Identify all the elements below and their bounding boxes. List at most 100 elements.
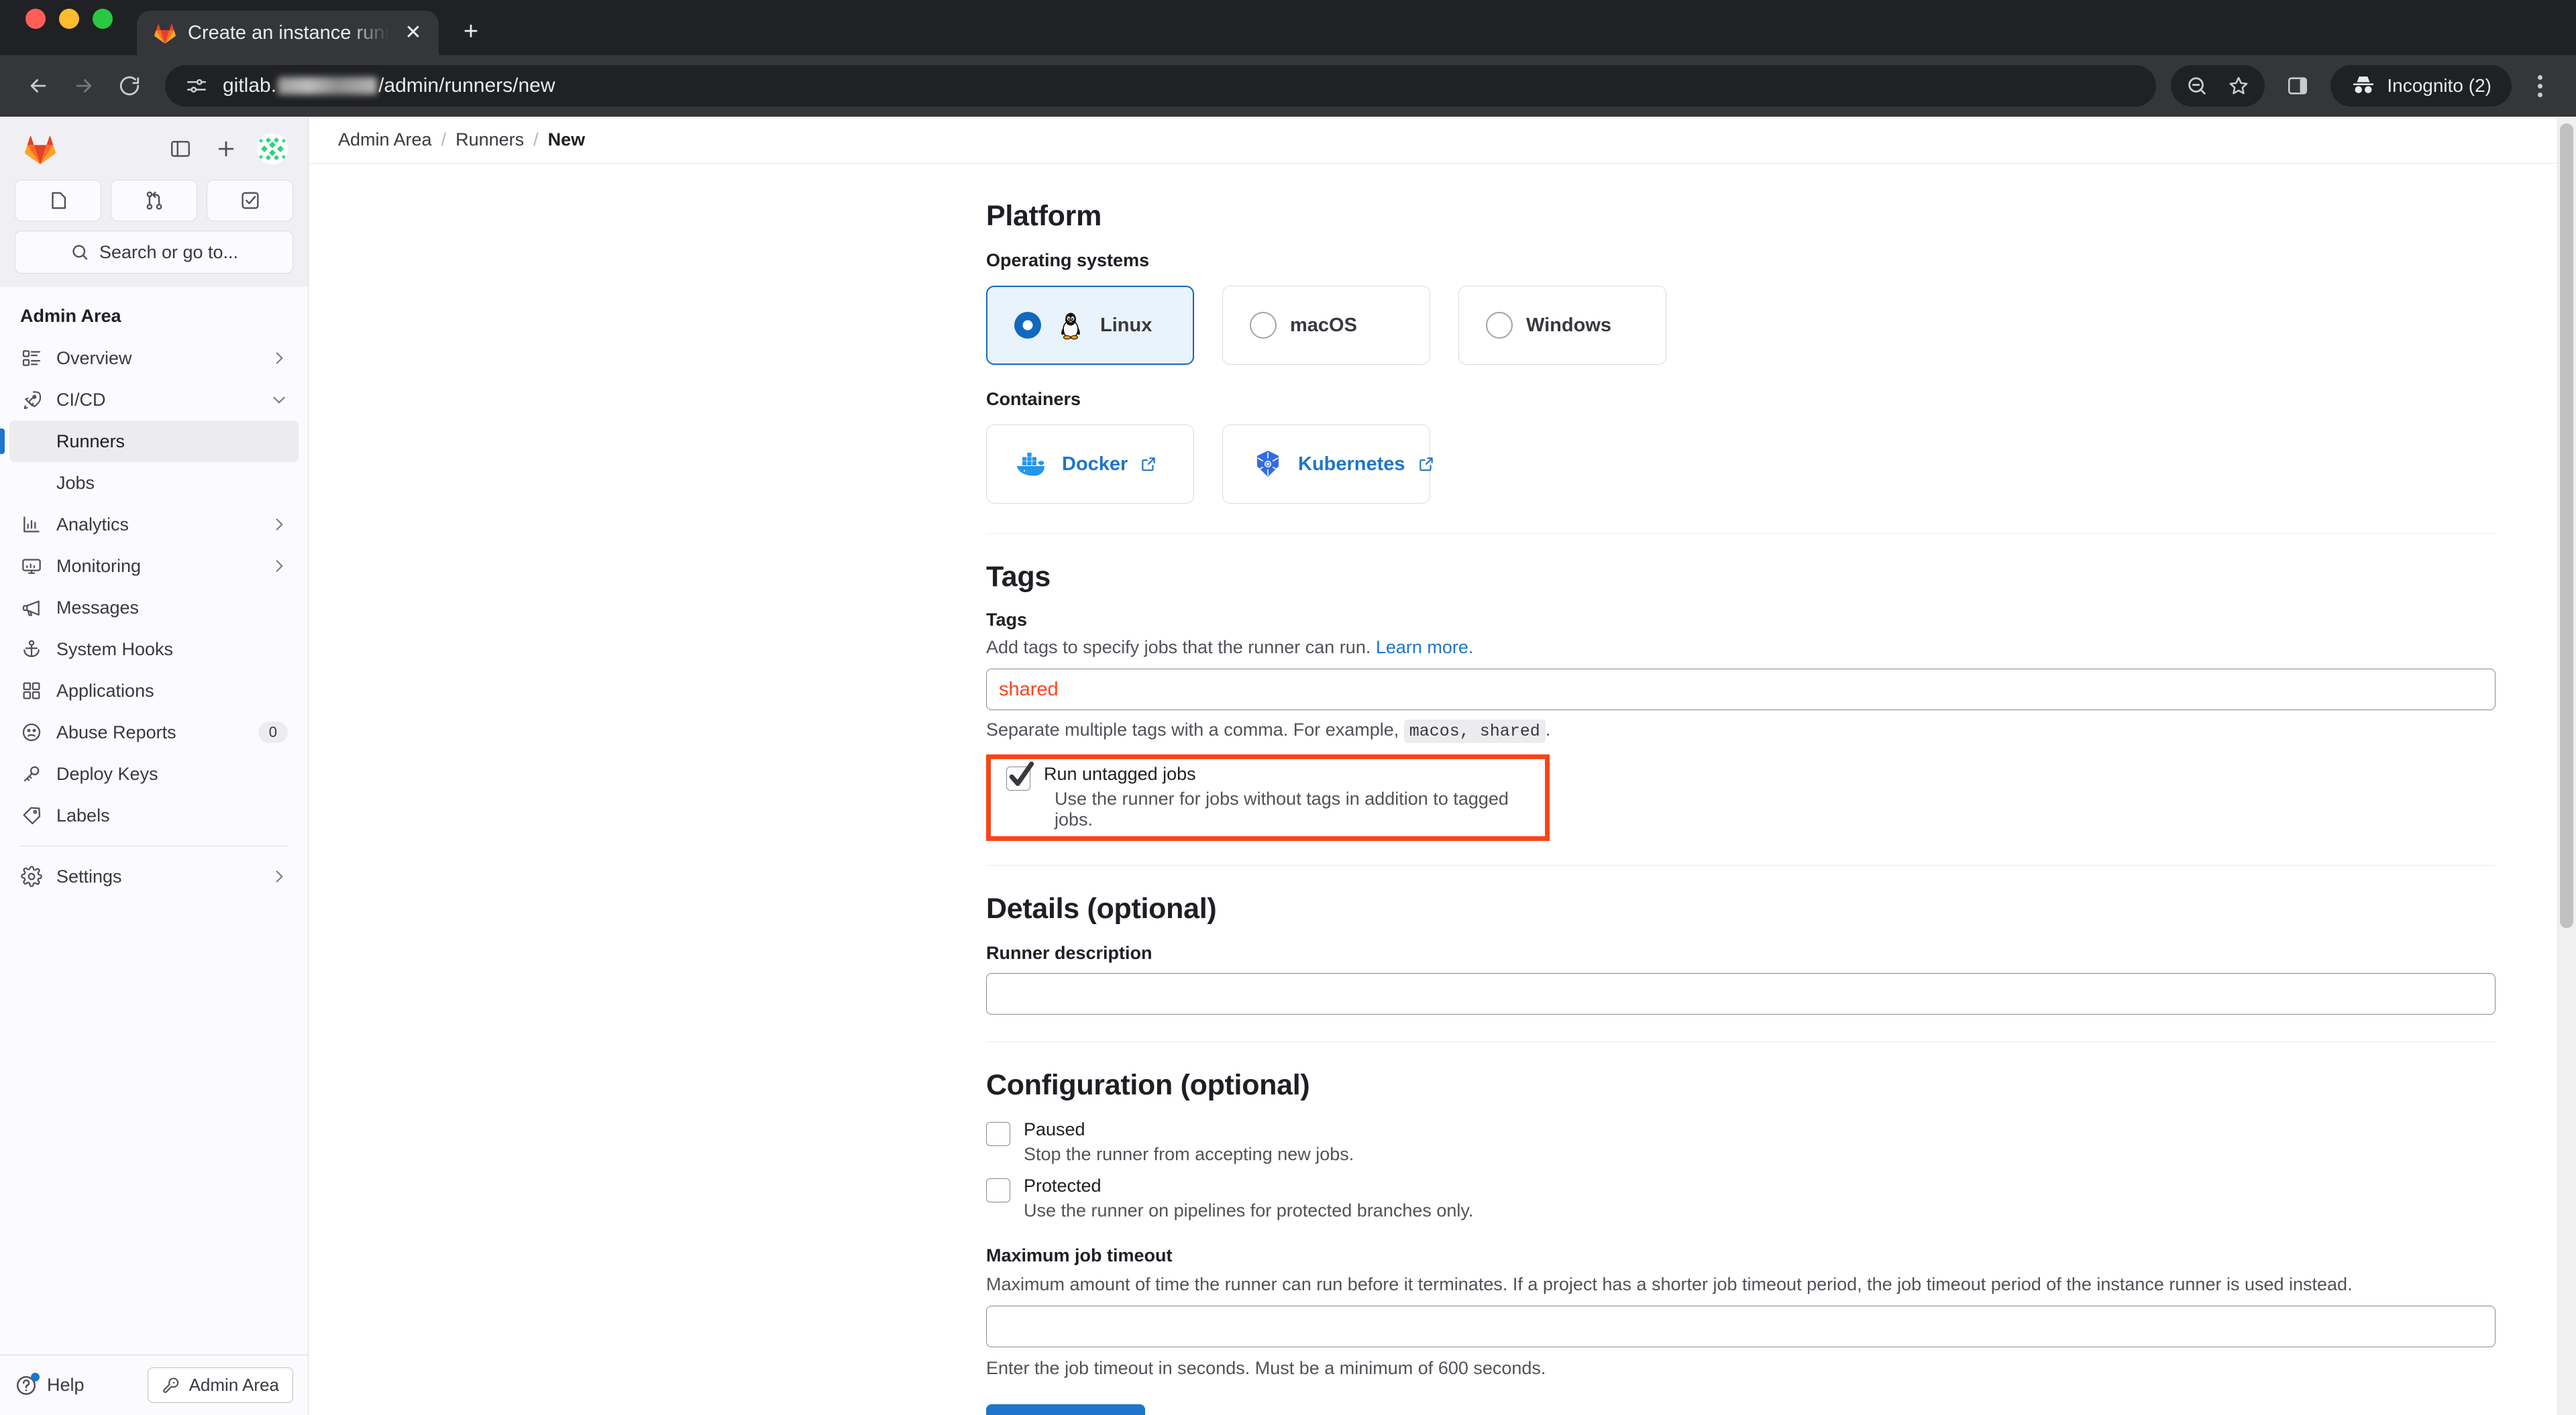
tags-hint: Separate multiple tags with a comma. For… (986, 720, 2496, 743)
chevron-right-icon (270, 349, 288, 367)
container-option-kubernetes[interactable]: Kubernetes (1222, 424, 1433, 504)
merge-requests-icon[interactable] (111, 180, 197, 221)
tags-hint-prefix: Separate multiple tags with a comma. For… (986, 720, 1399, 740)
search-input[interactable]: Search or go to... (15, 231, 293, 274)
chevron-right-icon (270, 868, 288, 885)
search-icon (70, 242, 90, 262)
containers-options: Docker Kubernetes (986, 424, 2496, 504)
os-option-linux[interactable]: Linux (986, 286, 1194, 365)
sidebar-item-monitoring[interactable]: Monitoring (9, 545, 299, 587)
radio-linux[interactable] (1014, 312, 1041, 339)
scrollbar-thumb[interactable] (2560, 123, 2573, 928)
breadcrumb-item-admin-area[interactable]: Admin Area (338, 129, 432, 150)
sidebar-item-label: Overview (56, 347, 132, 368)
checkbox-run-untagged-jobs[interactable] (1006, 761, 1034, 791)
page-body: Search or go to... Admin Area Overview C… (0, 117, 2576, 1415)
incognito-profile-button[interactable]: Incognito (2) (2330, 65, 2512, 107)
zoom-out-icon[interactable] (2176, 65, 2218, 107)
sidebar-item-runners[interactable]: Runners (0, 420, 299, 462)
applications-icon (20, 679, 43, 702)
label-icon (20, 804, 43, 827)
chevron-down-icon (270, 391, 288, 408)
sidebar-item-messages[interactable]: Messages (9, 587, 299, 628)
sidebar-item-labels[interactable]: Labels (9, 795, 299, 836)
address-bar[interactable]: gitlab. /admin/runners/new (165, 65, 2157, 107)
run-untagged-jobs-row[interactable]: Run untagged jobs Use the runner for job… (1006, 761, 1550, 830)
anchor-icon (20, 638, 43, 661)
page-scrollbar[interactable] (2557, 117, 2576, 1415)
radio-macos[interactable] (1250, 312, 1277, 339)
max-job-timeout-input[interactable] (986, 1306, 2496, 1347)
help-circle-icon (15, 1372, 40, 1397)
sidebar-item-system-hooks[interactable]: System Hooks (9, 628, 299, 670)
create-new-icon[interactable] (211, 134, 241, 164)
gitlab-logo-icon[interactable] (23, 131, 58, 166)
minimize-window-button[interactable] (59, 9, 79, 29)
maximize-window-button[interactable] (93, 9, 113, 29)
admin-area-button[interactable]: Admin Area (147, 1367, 293, 1403)
rocket-icon (20, 388, 43, 411)
sidebar-item-jobs[interactable]: Jobs (9, 462, 299, 504)
paused-checkbox-row[interactable]: Paused Stop the runner from accepting ne… (986, 1119, 2496, 1165)
monitor-icon (20, 555, 43, 577)
section-divider (986, 533, 2496, 534)
sidebar-item-settings[interactable]: Settings (9, 856, 299, 897)
todos-icon[interactable] (207, 180, 293, 221)
side-panel-icon[interactable] (2277, 65, 2318, 107)
section-divider (986, 865, 2496, 866)
sidebar-item-abuse-reports[interactable]: Abuse Reports 0 (9, 712, 299, 753)
run-untagged-jobs-description: Use the runner for jobs without tags in … (1055, 789, 1509, 830)
gear-icon (20, 865, 43, 888)
radio-windows[interactable] (1486, 312, 1513, 339)
admin-area-label: Admin Area (189, 1375, 279, 1395)
new-tab-button[interactable]: + (456, 19, 486, 44)
issues-icon[interactable] (15, 180, 101, 221)
tux-icon (1055, 309, 1087, 341)
learn-more-link[interactable]: Learn more. (1376, 637, 1474, 657)
kebab-menu-icon[interactable] (2521, 65, 2559, 107)
user-avatar[interactable] (257, 133, 288, 164)
key-icon (20, 762, 43, 785)
browser-tab-strip: Create an instance runner · A ✕ + (0, 0, 2576, 55)
browser-tab[interactable]: Create an instance runner · A ✕ (137, 11, 439, 55)
forward-arrow-icon[interactable] (63, 65, 105, 107)
close-tab-button[interactable]: ✕ (400, 23, 427, 43)
toolbar-right-actions: Incognito (2) (2171, 65, 2559, 107)
incognito-icon (2351, 73, 2376, 99)
site-settings-icon[interactable] (185, 74, 208, 97)
sidebar-item-overview[interactable]: Overview (9, 337, 299, 379)
sidebar-item-label: Deploy Keys (56, 763, 158, 784)
sidebar-item-deploy-keys[interactable]: Deploy Keys (9, 753, 299, 795)
sidebar-item-analytics[interactable]: Analytics (9, 504, 299, 545)
sidebar-item-label: Analytics (56, 514, 129, 534)
tags-input[interactable] (986, 669, 2496, 710)
reload-icon[interactable] (109, 65, 150, 107)
container-option-label: Docker (1062, 453, 1128, 475)
operating-systems-label: Operating systems (986, 250, 1150, 270)
star-icon[interactable] (2218, 65, 2259, 107)
protected-description: Use the runner on pipelines for protecte… (1024, 1200, 1474, 1221)
os-option-macos[interactable]: macOS (1222, 286, 1430, 365)
create-runner-button[interactable]: Create runner (986, 1404, 1145, 1415)
toggle-sidebar-icon[interactable] (166, 134, 195, 164)
help-label: Help (47, 1375, 85, 1395)
help-button[interactable]: Help (15, 1372, 85, 1397)
sidebar-nav: Admin Area Overview CI/CD Runners Jobs A… (0, 287, 308, 1355)
back-arrow-icon[interactable] (17, 65, 59, 107)
breadcrumb-item-runners[interactable]: Runners (455, 129, 524, 150)
container-option-docker[interactable]: Docker (986, 424, 1194, 504)
sidebar-item-cicd[interactable]: CI/CD (9, 379, 299, 420)
os-option-windows[interactable]: Windows (1458, 286, 1666, 365)
sidebar-quick-actions (15, 180, 293, 221)
close-window-button[interactable] (25, 9, 46, 29)
url-redacted-host (278, 77, 378, 95)
sidebar: Search or go to... Admin Area Overview C… (0, 117, 309, 1415)
protected-checkbox-row[interactable]: Protected Use the runner on pipelines fo… (986, 1176, 2496, 1221)
checkbox-paused[interactable] (986, 1122, 1010, 1146)
details-section: Details (optional) Runner description (986, 893, 2496, 1015)
checkbox-protected[interactable] (986, 1178, 1010, 1202)
breadcrumb-separator: / (533, 129, 539, 150)
runner-description-input[interactable] (986, 973, 2496, 1015)
sidebar-top: Search or go to... (0, 117, 308, 287)
sidebar-item-applications[interactable]: Applications (9, 670, 299, 712)
